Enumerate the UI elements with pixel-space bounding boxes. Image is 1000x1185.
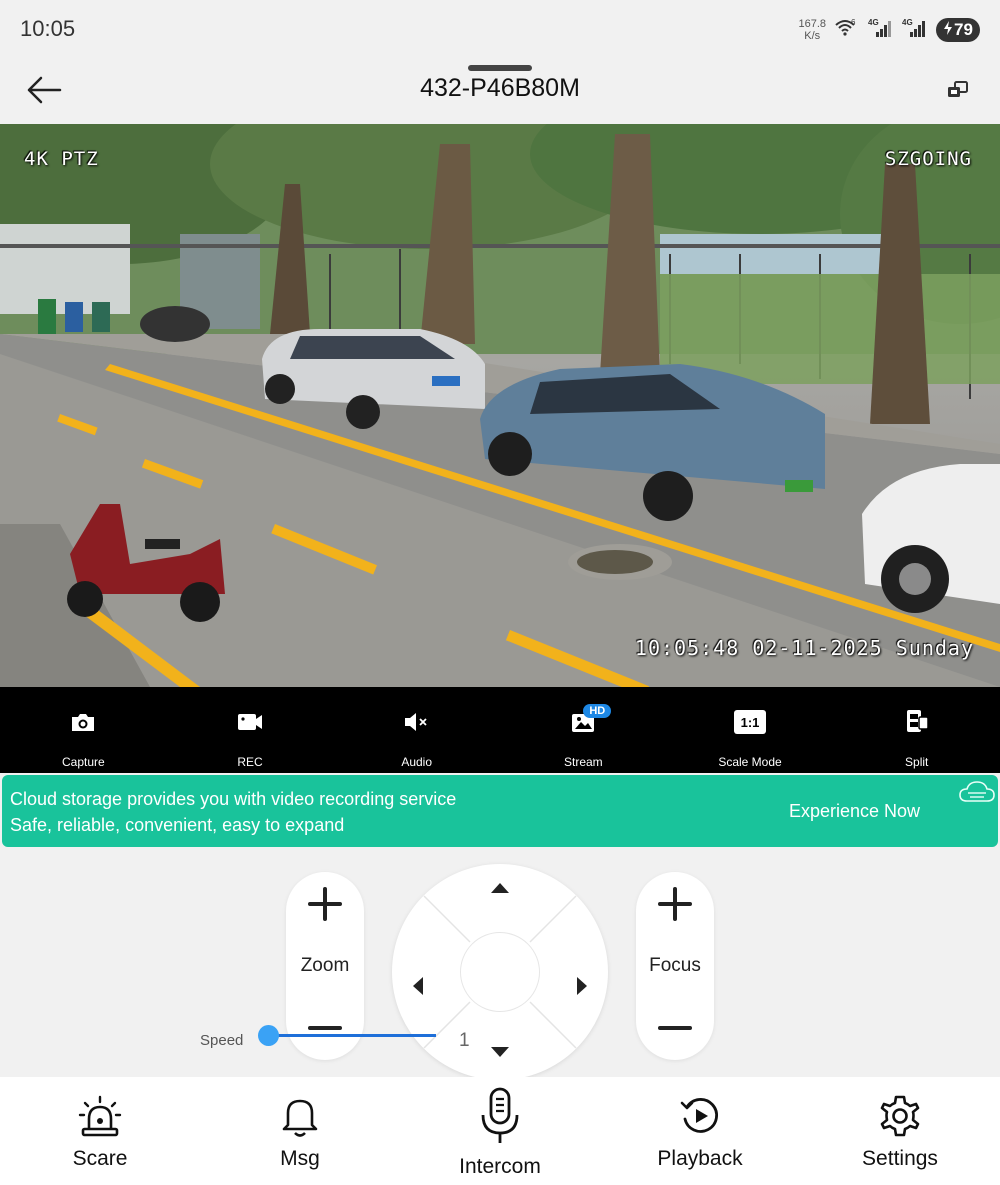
speed-label: Speed xyxy=(200,1032,244,1049)
settings-label: Settings xyxy=(862,1147,938,1170)
bottom-nav: Scare Msg Intercom Playback Settings xyxy=(0,1077,1000,1185)
battery-indicator: 79 xyxy=(936,18,980,42)
direction-pad xyxy=(392,864,608,1080)
playback-button[interactable]: Playback xyxy=(600,1077,800,1185)
minus-icon xyxy=(308,1026,342,1030)
wifi-label: 6 xyxy=(851,18,856,27)
sim1-label: 4G xyxy=(868,18,879,27)
scare-button[interactable]: Scare xyxy=(0,1077,200,1185)
messages-button[interactable]: Msg xyxy=(200,1077,400,1185)
cloud-icon xyxy=(958,779,996,812)
dpad-center-button[interactable] xyxy=(460,932,540,1012)
page-title: 432-P46B80M xyxy=(420,74,580,102)
cloud-storage-banner[interactable]: Cloud storage provides you with video re… xyxy=(2,775,998,847)
status-bar: 10:05 167.8 K/s 6 4G 4G 79 xyxy=(0,0,1000,60)
intercom-button[interactable]: Intercom xyxy=(400,1077,600,1185)
speaker-muted-icon xyxy=(404,713,427,731)
signal-sim1-icon: 4G xyxy=(868,17,894,44)
pan-left-button[interactable] xyxy=(398,966,438,1006)
charging-bolt-icon xyxy=(943,20,953,40)
osd-camera-model: 4K PTZ xyxy=(24,148,99,170)
capture-button[interactable]: Capture xyxy=(0,687,167,773)
experience-now-button[interactable]: Experience Now xyxy=(789,801,920,822)
playback-label: Playback xyxy=(657,1147,743,1170)
pan-right-button[interactable] xyxy=(562,966,602,1006)
focus-out-button[interactable] xyxy=(636,1000,714,1056)
arrow-left-icon xyxy=(413,977,423,995)
speed-value: 1 xyxy=(459,1030,470,1051)
osd-brand: SZGOING xyxy=(884,148,972,170)
multi-view-button[interactable] xyxy=(944,76,972,104)
scale-mode-button[interactable]: 1:1 Scale Mode xyxy=(667,687,834,773)
plus-icon xyxy=(658,887,692,921)
msg-label: Msg xyxy=(280,1147,320,1170)
split-button[interactable]: Split xyxy=(833,687,1000,773)
arrow-right-icon xyxy=(577,977,587,995)
plus-icon xyxy=(308,887,342,921)
settings-button[interactable]: Settings xyxy=(800,1077,1000,1185)
record-label: REC xyxy=(237,755,263,769)
network-speed-unit: K/s xyxy=(804,30,821,42)
scare-label: Scare xyxy=(72,1147,128,1170)
zoom-control: Zoom xyxy=(286,872,364,1060)
zoom-label: Zoom xyxy=(300,955,350,976)
split-label: Split xyxy=(905,755,929,769)
zoom-in-button[interactable] xyxy=(286,876,364,932)
playback-icon xyxy=(680,1098,718,1133)
network-speed-value: 167.8 xyxy=(798,18,826,30)
osd-timestamp: 10:05:48 02-11-2025 Sunday xyxy=(634,636,974,660)
live-video-view[interactable]: 4K PTZ SZGOING 10:05:48 02-11-2025 Sunda… xyxy=(0,124,1000,687)
minus-icon xyxy=(658,1026,692,1030)
record-button[interactable]: REC xyxy=(167,687,334,773)
video-record-icon xyxy=(238,714,262,730)
status-indicators: 167.8 K/s 6 4G 4G 79 xyxy=(798,14,980,46)
title-bar: 432-P46B80M xyxy=(0,60,1000,124)
video-toolbar: Capture REC Audio HD Stream 1:1 Scale Mo… xyxy=(0,687,1000,773)
scale-icon: 1:1 xyxy=(734,710,767,734)
pan-down-button[interactable] xyxy=(480,1032,520,1072)
focus-in-button[interactable] xyxy=(636,876,714,932)
network-speed: 167.8 K/s xyxy=(798,18,826,42)
zoom-out-button[interactable] xyxy=(286,1000,364,1056)
status-time: 10:05 xyxy=(20,16,76,41)
speed-slider-track[interactable] xyxy=(268,1034,436,1037)
scale-mode-label: Scale Mode xyxy=(718,755,782,769)
split-screen-icon xyxy=(906,710,929,732)
hd-badge: HD xyxy=(583,704,612,718)
cloud-banner-line1: Cloud storage provides you with video re… xyxy=(10,789,457,809)
stream-label: Stream xyxy=(564,755,603,769)
arrow-up-icon xyxy=(491,883,509,893)
focus-control: Focus xyxy=(636,872,714,1060)
multi-view-icon xyxy=(948,81,968,97)
gear-icon xyxy=(880,1095,920,1137)
ptz-control-panel: Zoom Focus Speed 1 xyxy=(0,848,1000,1080)
microphone-icon xyxy=(481,1087,519,1143)
bell-icon xyxy=(282,1099,318,1137)
siren-icon xyxy=(78,1095,122,1137)
audio-label: Audio xyxy=(401,755,433,769)
signal-sim2-icon: 4G xyxy=(902,17,928,44)
speed-slider-thumb[interactable] xyxy=(258,1025,279,1046)
camera-icon xyxy=(72,714,95,731)
battery-level: 79 xyxy=(954,20,973,39)
video-frame xyxy=(0,124,1000,687)
intercom-label: Intercom xyxy=(459,1155,541,1178)
focus-label: Focus xyxy=(649,955,701,976)
cloud-banner-line2: Safe, reliable, convenient, easy to expa… xyxy=(10,815,345,835)
sim2-label: 4G xyxy=(902,18,913,27)
capture-label: Capture xyxy=(61,755,105,769)
stream-button[interactable]: HD Stream xyxy=(500,687,667,773)
arrow-down-icon xyxy=(491,1047,509,1057)
wifi-icon: 6 xyxy=(834,17,860,44)
pan-up-button[interactable] xyxy=(480,868,520,908)
audio-button[interactable]: Audio xyxy=(333,687,500,773)
